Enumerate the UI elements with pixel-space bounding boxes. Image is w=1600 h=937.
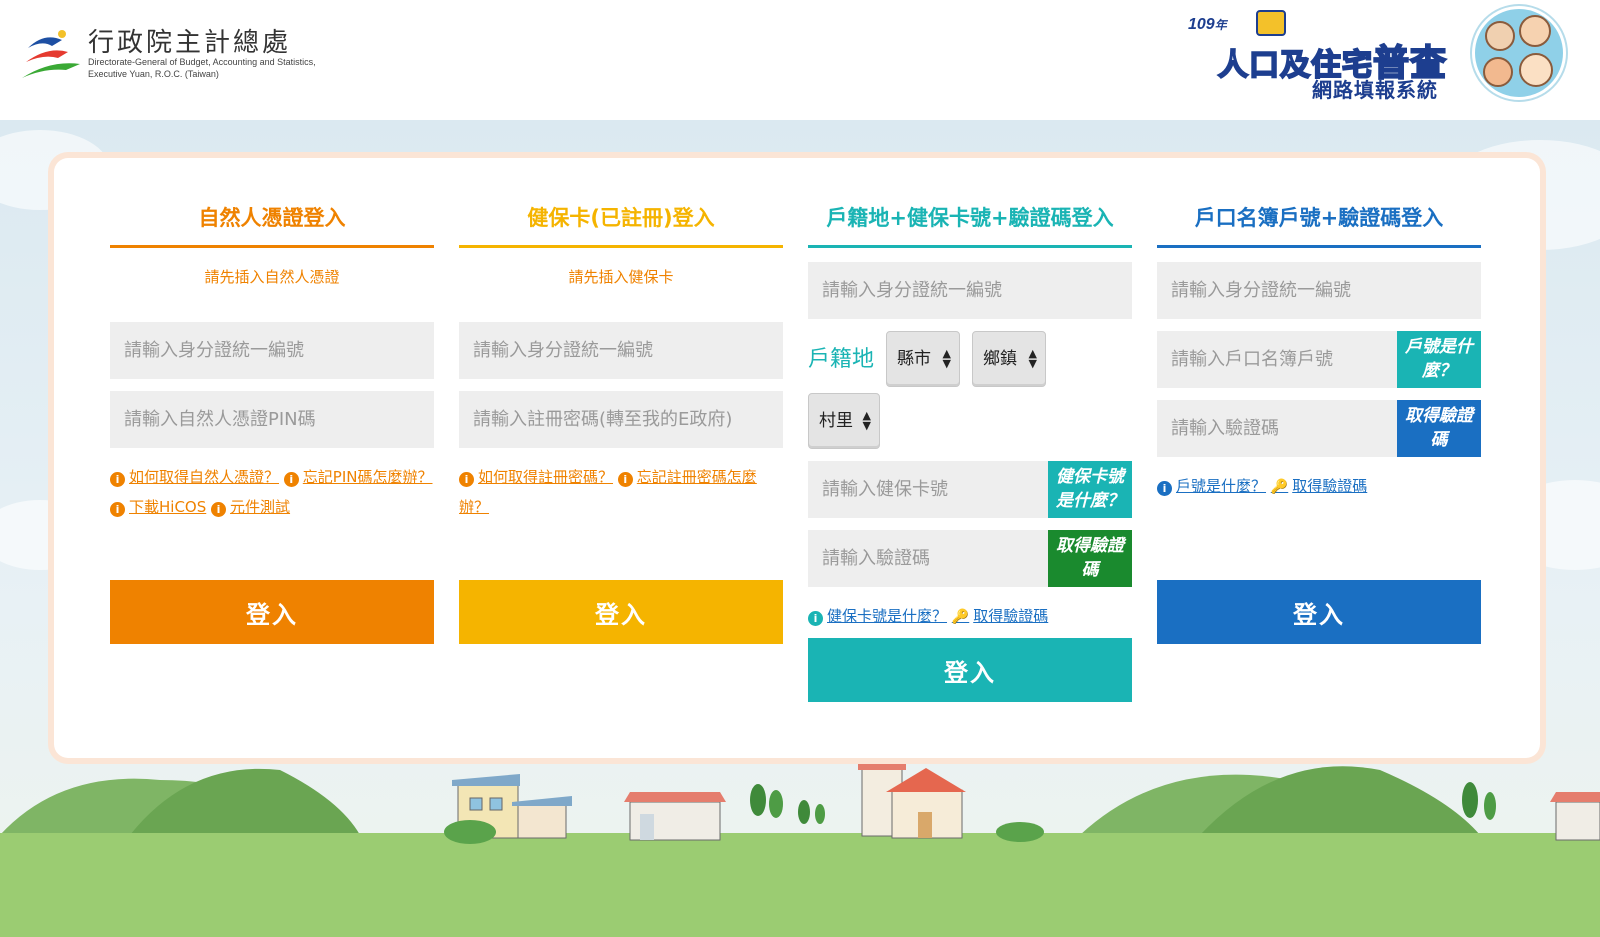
panel-hint: 請先插入健保卡 bbox=[568, 268, 674, 286]
login-button[interactable]: 登入 bbox=[459, 580, 783, 644]
info-icon: i bbox=[211, 502, 227, 517]
pin-input[interactable] bbox=[110, 391, 434, 448]
panel-title: 戶籍地+健保卡號+驗證碼登入 bbox=[808, 198, 1132, 248]
login-button[interactable]: 登入 bbox=[808, 638, 1132, 702]
village-select[interactable]: 村里 ▲ ▼ bbox=[808, 393, 880, 449]
sort-arrows-icon: ▲ ▼ bbox=[862, 409, 871, 432]
help-links: i 戶號是什麼？ 🔑 取得驗證碼 bbox=[1157, 471, 1481, 502]
get-code-button[interactable]: 取得驗證碼 bbox=[1397, 400, 1481, 457]
village-row: 村里 ▲ ▼ bbox=[808, 393, 1132, 461]
town-landscape bbox=[0, 760, 1600, 937]
health-card-login-panel: 健保卡(已註冊)登入 請先插入健保卡 i如何取得註冊密碼？ i忘記註冊密碼怎麼辦… bbox=[459, 198, 783, 644]
household-number-help-button[interactable]: 戶號是什麼？ bbox=[1397, 331, 1481, 388]
download-hicos-link[interactable]: i 下載HiCOS bbox=[110, 498, 206, 517]
info-icon: i bbox=[808, 611, 823, 626]
code-row: 取得驗證碼 bbox=[1157, 400, 1481, 457]
dgbas-logo[interactable]: 行政院主計總處 Directorate-General of Budget, A… bbox=[22, 22, 342, 82]
help-links: i 如何取得註冊密碼？ i 忘記註冊密碼怎麼辦？ bbox=[459, 462, 783, 522]
household-register-login-panel: 戶口名簿戶號+驗證碼登入 戶號是什麼？ 取得驗證碼 i戶號是什麼？ 🔑取得驗證碼… bbox=[1157, 198, 1481, 644]
panel-title: 健保卡(已註冊)登入 bbox=[459, 198, 783, 248]
key-icon: 🔑 bbox=[1270, 479, 1289, 495]
citizen-cert-login-panel: 自然人憑證登入 請先插入自然人憑證 i如何取得自然人憑證？ i忘記PIN碼怎麼辦… bbox=[110, 198, 434, 644]
health-card-help-button[interactable]: 健保卡號是什麼？ bbox=[1048, 461, 1132, 518]
info-icon: i bbox=[283, 472, 299, 487]
login-card: 自然人憑證登入 請先插入自然人憑證 i如何取得自然人憑證？ i忘記PIN碼怎麼辦… bbox=[54, 158, 1540, 758]
verification-code-input[interactable] bbox=[808, 530, 1048, 587]
org-name-en: Directorate-General of Budget, Accountin… bbox=[88, 57, 316, 79]
org-name-zh: 行政院主計總處 bbox=[88, 28, 292, 58]
family-illustration bbox=[1472, 6, 1566, 100]
login-button[interactable]: 登入 bbox=[1157, 580, 1481, 644]
help-links: i 如何取得自然人憑證？ i 忘記PIN碼怎麼辦？ i 下載HiCOS i 元件測試 bbox=[110, 462, 434, 522]
id-number-input[interactable] bbox=[459, 322, 783, 379]
census-year: 109年 bbox=[1188, 16, 1227, 33]
household-number-link[interactable]: i 戶號是什麼？ bbox=[1157, 477, 1266, 496]
health-card-row: 健保卡號是什麼？ bbox=[808, 461, 1132, 518]
info-icon: i bbox=[110, 472, 125, 487]
info-icon: i bbox=[110, 502, 125, 517]
info-icon: i bbox=[1157, 481, 1172, 496]
dgbas-emblem-icon bbox=[22, 30, 80, 78]
component-test-link[interactable]: i 元件測試 bbox=[211, 498, 290, 517]
sort-arrows-icon: ▲ ▼ bbox=[1028, 347, 1037, 370]
id-number-input[interactable] bbox=[110, 322, 434, 379]
info-icon: i bbox=[459, 472, 474, 487]
household-location-row: 戶籍地 縣市 ▲ ▼ 鄉鎮 ▲ ▼ bbox=[808, 331, 1132, 393]
census-logo: 109年 人口及住宅普查 網路填報系統 bbox=[1180, 0, 1600, 120]
login-button[interactable]: 登入 bbox=[110, 580, 434, 644]
county-select[interactable]: 縣市 ▲ ▼ bbox=[886, 331, 960, 387]
code-row: 取得驗證碼 bbox=[808, 530, 1132, 587]
forgot-pin-link[interactable]: i 忘記PIN碼怎麼辦？ bbox=[283, 468, 433, 487]
household-number-input[interactable] bbox=[1157, 331, 1397, 388]
health-card-number-link[interactable]: i 健保卡號是什麼？ bbox=[808, 607, 947, 626]
panel-hint: 請先插入自然人憑證 bbox=[204, 268, 340, 286]
how-to-get-password-link[interactable]: i 如何取得註冊密碼？ bbox=[459, 468, 613, 487]
health-card-input[interactable] bbox=[808, 461, 1048, 518]
household-health-card-login-panel: 戶籍地+健保卡號+驗證碼登入 戶籍地 縣市 ▲▼ 鄉鎮 ▲▼ 村里 ▲▼ 健保卡… bbox=[808, 198, 1132, 702]
get-code-button[interactable]: 取得驗證碼 bbox=[1048, 530, 1132, 587]
census-subtitle: 網路填報系統 bbox=[1312, 78, 1438, 102]
info-icon: i bbox=[617, 472, 633, 487]
how-to-get-cert-link[interactable]: i 如何取得自然人憑證？ bbox=[110, 468, 279, 487]
page-header: 行政院主計總處 Directorate-General of Budget, A… bbox=[0, 0, 1600, 120]
family-house-icon bbox=[1256, 10, 1286, 36]
help-links: i 健保卡號是什麼？ 🔑 取得驗證碼 bbox=[808, 601, 1132, 632]
id-number-input[interactable] bbox=[808, 262, 1132, 319]
household-number-row: 戶號是什麼？ bbox=[1157, 331, 1481, 388]
panel-title: 自然人憑證登入 bbox=[110, 198, 434, 248]
register-password-input[interactable] bbox=[459, 391, 783, 448]
key-icon: 🔑 bbox=[951, 609, 970, 625]
id-number-input[interactable] bbox=[1157, 262, 1481, 319]
household-label: 戶籍地 bbox=[808, 347, 875, 372]
panel-title: 戶口名簿戶號+驗證碼登入 bbox=[1157, 198, 1481, 248]
sort-arrows-icon: ▲ ▼ bbox=[942, 347, 951, 370]
verification-code-input[interactable] bbox=[1157, 400, 1397, 457]
township-select[interactable]: 鄉鎮 ▲ ▼ bbox=[972, 331, 1046, 387]
get-code-link[interactable]: 🔑 取得驗證碼 bbox=[1271, 477, 1367, 495]
get-code-link[interactable]: 🔑 取得驗證碼 bbox=[952, 607, 1048, 625]
